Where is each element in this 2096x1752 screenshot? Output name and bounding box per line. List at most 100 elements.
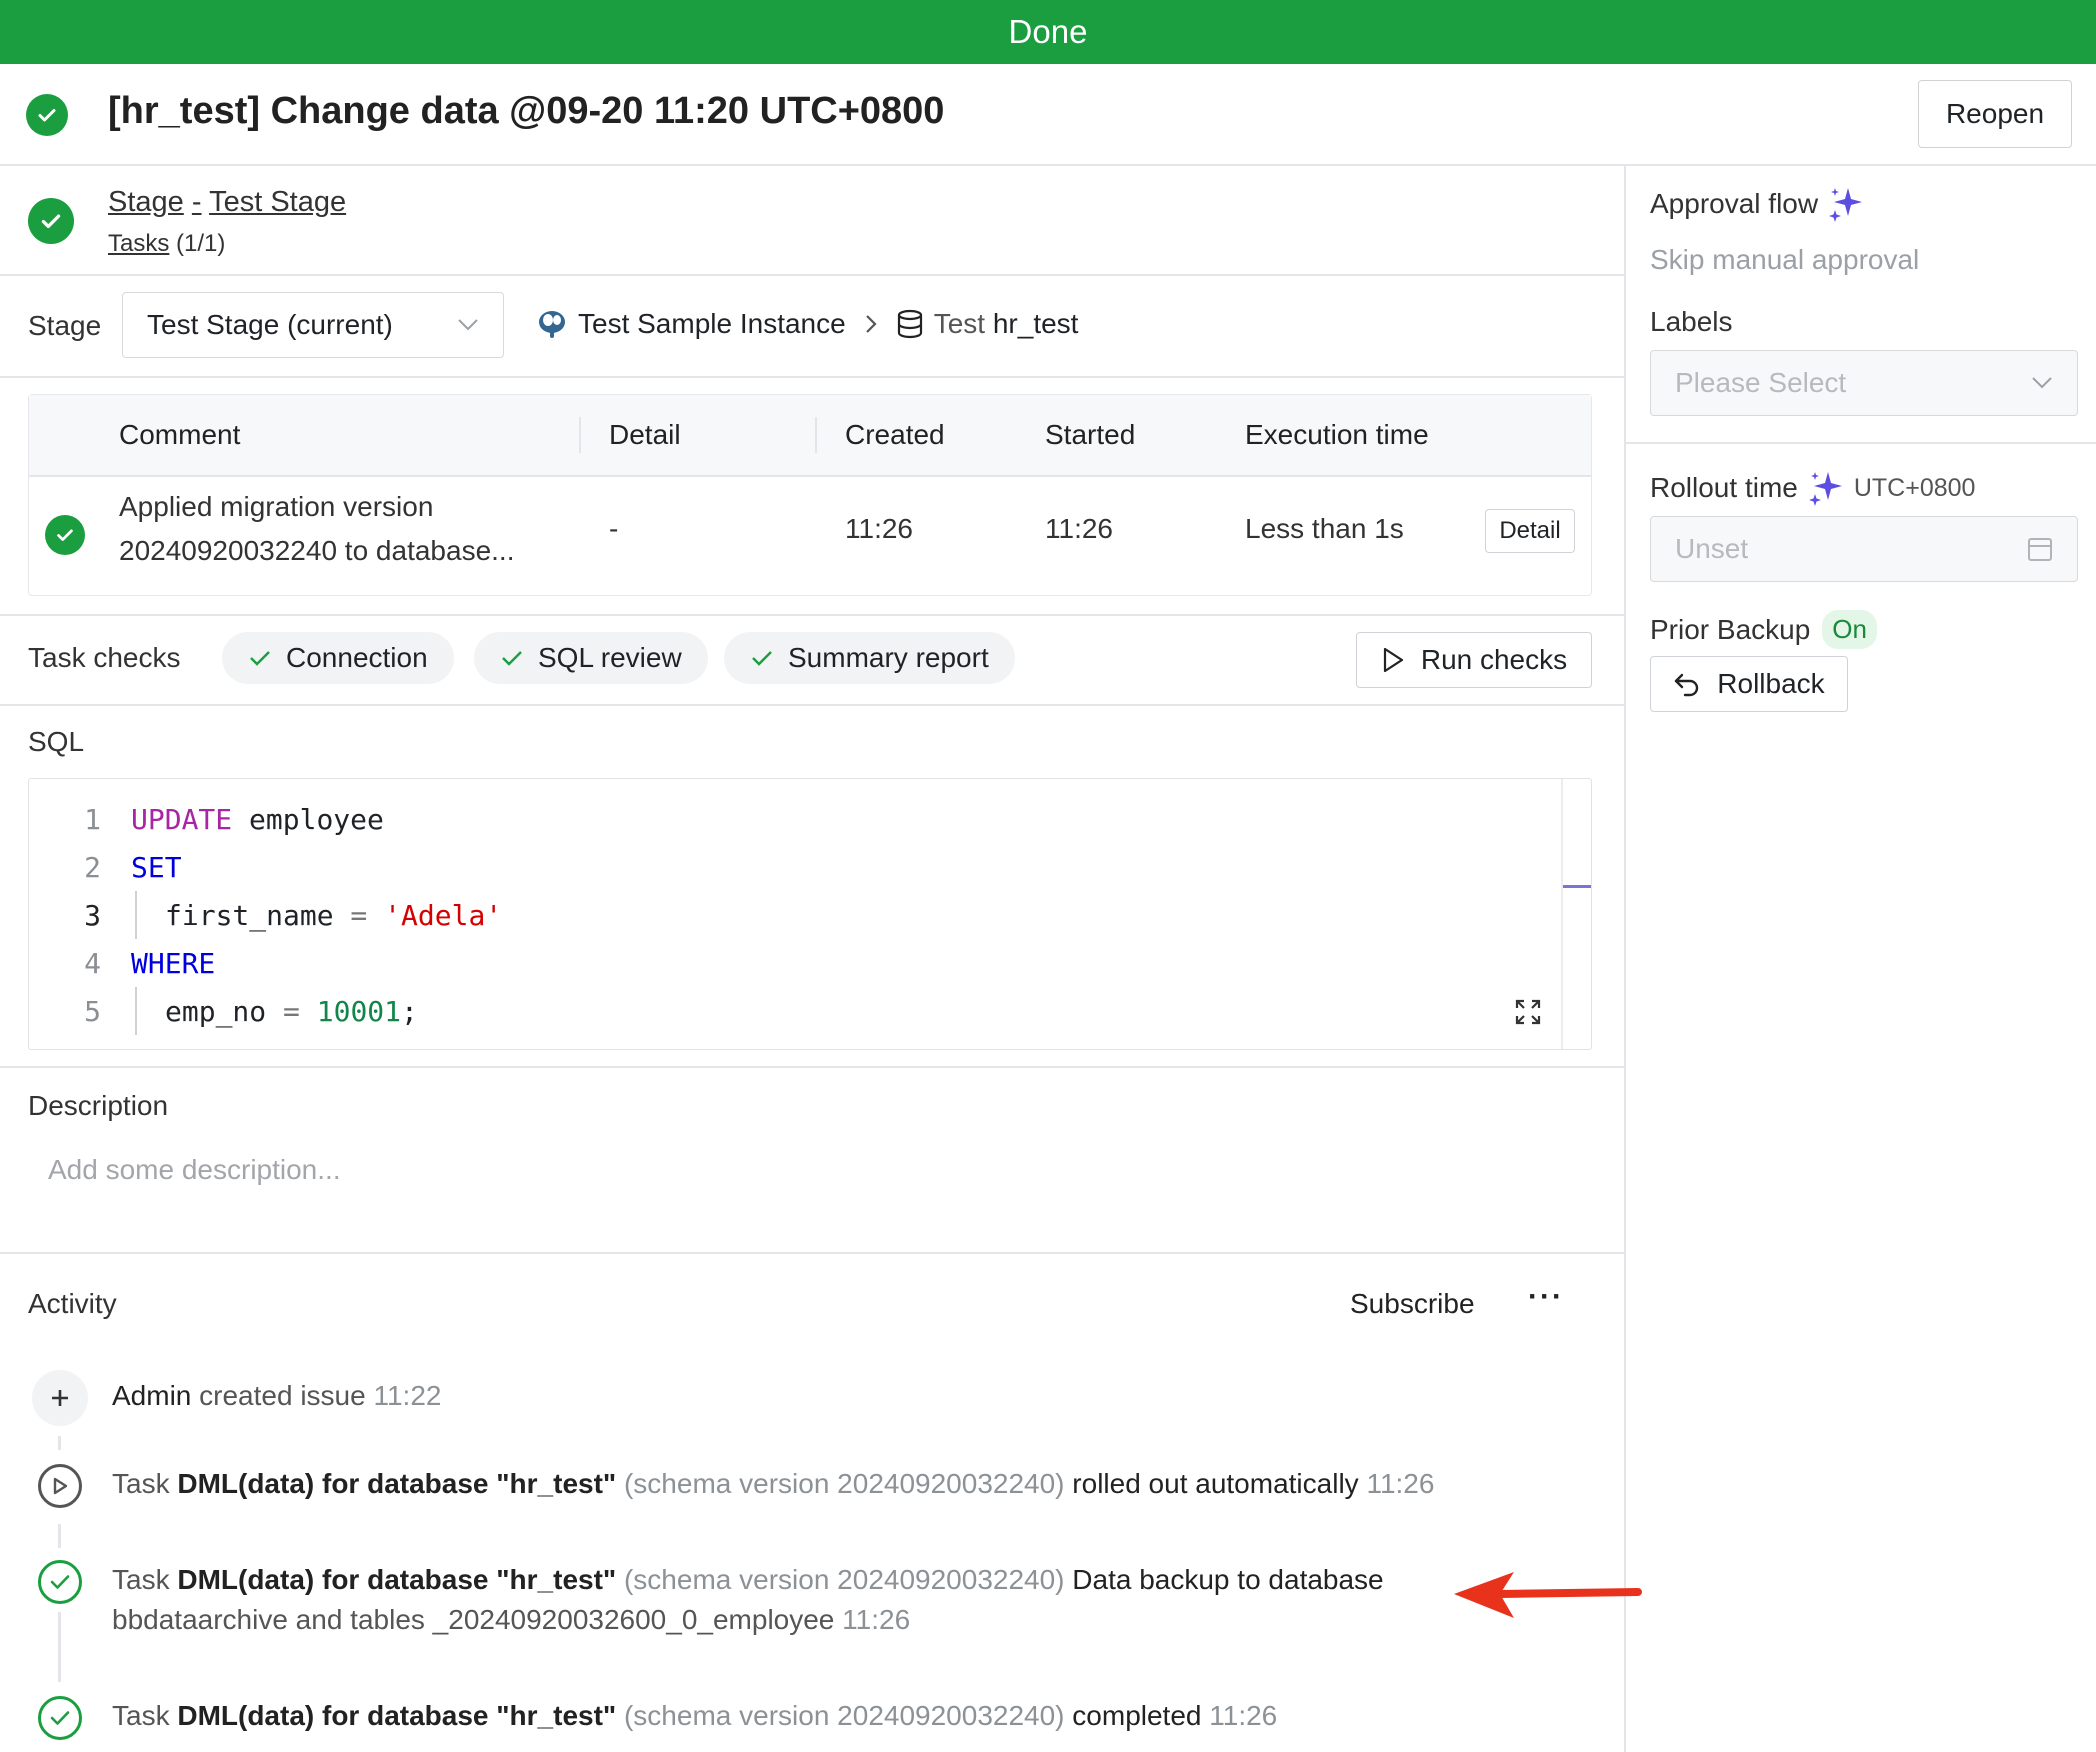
code-line-2: 2 SET — [29, 843, 182, 891]
plus-icon — [32, 1370, 88, 1426]
database-link[interactable]: Test hr_test — [934, 308, 1079, 340]
description-input[interactable]: Add some description... — [48, 1154, 341, 1186]
check-sql-review[interactable]: SQL review — [474, 632, 708, 684]
activity-prefix: Task — [112, 1700, 178, 1731]
timeline-connector — [58, 1436, 61, 1450]
tasks-link[interactable]: Tasks — [108, 230, 169, 257]
labels-select[interactable]: Please Select — [1650, 350, 2078, 416]
activity-task[interactable]: DML(data) for database "hr_test" — [177, 1564, 616, 1595]
sql-operator: = — [266, 994, 317, 1028]
play-circle-icon — [38, 1464, 82, 1508]
line-number: 2 — [84, 850, 101, 884]
line-number: 4 — [84, 946, 101, 980]
task-detail-button[interactable]: Detail — [1485, 509, 1575, 553]
sql-identifier: first_name — [165, 898, 334, 932]
instance-breadcrumb: Test Sample Instance Test hr_test — [536, 308, 1078, 340]
prior-backup-status-badge: On — [1822, 610, 1877, 649]
activity-item: Task DML(data) for database "hr_test" (s… — [112, 1468, 1434, 1500]
activity-item: Admin created issue 11:22 — [112, 1380, 441, 1412]
sql-operator: = — [333, 898, 385, 932]
approval-flow-value: Skip manual approval — [1650, 244, 1920, 275]
rollback-label: Rollback — [1717, 668, 1825, 699]
activity-task[interactable]: DML(data) for database "hr_test" — [177, 1700, 616, 1731]
run-checks-label: Run checks — [1420, 644, 1568, 675]
task-created: 11:26 — [845, 513, 913, 544]
task-checks-label: Task checks — [28, 642, 181, 673]
description-label: Description — [28, 1090, 169, 1121]
issue-title[interactable]: [hr_test] Change data @09-20 11:20 UTC+0… — [108, 90, 944, 133]
code-line-1: 1 UPDATE employee — [29, 795, 384, 843]
activity-detail: bbdataarchive and tables _20240920032600… — [112, 1604, 843, 1635]
check-connection-label: Connection — [286, 642, 428, 673]
stage-done-icon — [28, 198, 74, 244]
checks-divider — [0, 704, 1624, 706]
task-done-icon — [45, 515, 85, 555]
more-options-button[interactable]: ··· — [1528, 1280, 1564, 1314]
activity-actor[interactable]: Admin — [112, 1380, 191, 1411]
stage-divider — [0, 274, 1624, 276]
line-number: 5 — [84, 994, 101, 1028]
col-execution-time: Execution time — [1245, 419, 1429, 450]
task-execution-time: Less than 1s — [1245, 513, 1404, 544]
reopen-button[interactable]: Reopen — [1918, 80, 2072, 148]
approval-flow-label: Approval flow — [1650, 188, 1819, 219]
rollout-time-picker[interactable]: Unset — [1650, 516, 2078, 582]
indent-guide — [135, 891, 137, 939]
check-icon — [502, 651, 522, 666]
col-created: Created — [845, 419, 945, 450]
editor-scrollbar-marker[interactable] — [1563, 885, 1591, 888]
activity-item-line2: bbdataarchive and tables _20240920032600… — [112, 1604, 910, 1636]
sidebar-section-divider — [1626, 442, 2096, 444]
table-divider — [0, 614, 1624, 616]
sql-editor[interactable]: 1 UPDATE employee 2 SET 3 first_name = '… — [28, 778, 1592, 1050]
labels-title: Labels — [1650, 306, 1733, 337]
expand-icon[interactable] — [1513, 997, 1543, 1027]
stage-select-value: Test Stage (current) — [147, 309, 393, 340]
activity-schema: (schema version 20240920032240) — [616, 1564, 1065, 1595]
activity-prefix: Task — [112, 1468, 178, 1499]
sidebar-divider — [1624, 164, 1626, 1752]
rollout-time-label: Rollout time — [1650, 472, 1798, 503]
activity-prefix: Task — [112, 1564, 178, 1595]
task-detail: - — [609, 513, 619, 544]
table-row[interactable]: Applied migration version 20240920032240… — [29, 475, 1591, 595]
col-detail: Detail — [609, 419, 681, 450]
sql-string: 'Adela' — [384, 898, 503, 932]
stage-link[interactable]: Stage — [108, 186, 184, 218]
run-checks-button[interactable]: Run checks — [1356, 632, 1592, 688]
description-divider — [0, 1252, 1624, 1254]
ai-sparkle-icon — [1829, 188, 1863, 222]
rollout-time-title: Rollout time UTC+0800 — [1650, 470, 1975, 506]
sql-keyword: SET — [131, 850, 182, 884]
stage-name-link[interactable]: Test Stage — [209, 186, 346, 218]
rollout-time-placeholder: Unset — [1675, 533, 1749, 564]
activity-time: 11:22 — [373, 1380, 442, 1411]
sql-divider — [0, 1066, 1624, 1068]
code-line-4: 4 WHERE — [29, 939, 215, 987]
instance-link[interactable]: Test Sample Instance — [578, 308, 846, 340]
stage-select[interactable]: Test Stage (current) — [122, 292, 504, 358]
task-started: 11:26 — [1045, 513, 1113, 544]
play-icon — [1383, 647, 1403, 673]
undo-icon — [1675, 673, 1699, 697]
check-connection[interactable]: Connection — [222, 632, 454, 684]
indent-guide — [135, 987, 137, 1035]
status-banner: Done — [0, 0, 2096, 64]
activity-action: created issue — [191, 1380, 374, 1411]
rollback-button[interactable]: Rollback — [1650, 656, 1848, 712]
sql-label: SQL — [28, 726, 85, 757]
task-comment-line2: 20240920032240 to database... — [119, 535, 515, 566]
activity-time: 11:26 — [1366, 1468, 1435, 1499]
col-started: Started — [1045, 419, 1136, 450]
activity-label: Activity — [28, 1288, 117, 1319]
timeline-connector — [58, 1612, 61, 1682]
sql-keyword: UPDATE — [131, 802, 233, 836]
check-summary-report[interactable]: Summary report — [724, 632, 1015, 684]
subscribe-button[interactable]: Subscribe — [1350, 1288, 1475, 1320]
line-number: 3 — [84, 898, 101, 932]
database-name: hr_test — [992, 308, 1079, 339]
line-number: 1 — [84, 802, 101, 836]
activity-task[interactable]: DML(data) for database "hr_test" — [177, 1468, 616, 1499]
activity-item: Task DML(data) for database "hr_test" (s… — [112, 1700, 1277, 1732]
sql-number: 10001 — [316, 994, 402, 1028]
